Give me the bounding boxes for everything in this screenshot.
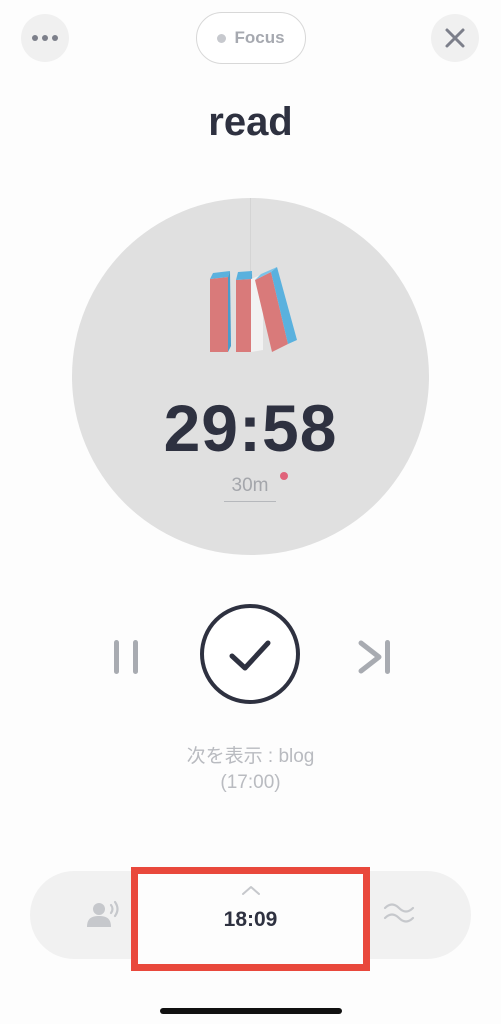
close-button[interactable]: [431, 14, 479, 62]
focus-dot-icon: [217, 33, 227, 43]
pause-icon: [114, 640, 138, 674]
pause-button[interactable]: [108, 637, 144, 677]
books-icon: [210, 267, 297, 352]
next-task-label: 次を表示 : blog: [186, 746, 315, 767]
notification-dot: [280, 472, 288, 480]
check-icon: [229, 640, 271, 671]
duration-label[interactable]: 30m: [224, 475, 276, 502]
more-button[interactable]: [21, 14, 69, 62]
next-task-time: (17:00): [220, 772, 281, 793]
focus-mode-pill[interactable]: Focus: [196, 12, 306, 64]
skip-next-button[interactable]: [355, 637, 395, 677]
home-indicator[interactable]: [160, 1008, 342, 1014]
chevron-up-icon[interactable]: [240, 884, 262, 896]
more-dots-icon: [32, 35, 58, 41]
complete-button[interactable]: [200, 604, 300, 704]
current-time: 18:09: [223, 908, 278, 931]
focus-label: Focus: [234, 28, 285, 47]
timer-display: 29:58: [163, 391, 338, 465]
skip-next-icon: [358, 640, 390, 674]
close-icon: [445, 28, 465, 48]
task-title: read: [208, 100, 293, 144]
